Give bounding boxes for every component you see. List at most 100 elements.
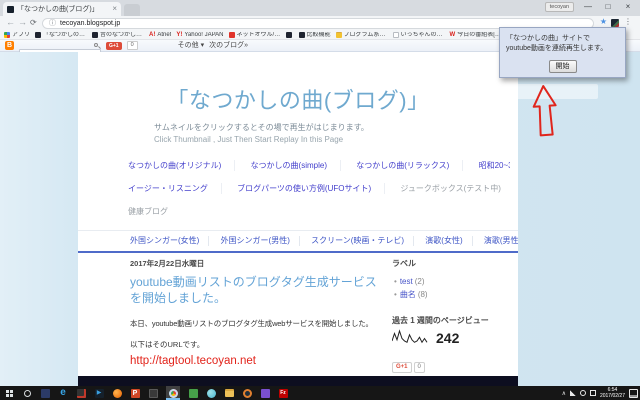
system-tray: ∧ 6:54 2017/02/27 [562, 386, 638, 400]
bookmark-item[interactable] [286, 32, 294, 38]
browser-menu-icon[interactable]: ⋮ [624, 17, 632, 26]
taskbar-text-editor-icon[interactable] [76, 388, 86, 398]
post-title-link[interactable]: youtube動画リストのブログタグ生成サービスを開始しました。 [130, 274, 388, 306]
navbar-next-blog-link[interactable]: 次のブログ» [209, 42, 248, 50]
taskbar-chrome-active-icon[interactable] [166, 386, 180, 400]
post-url-link[interactable]: http://tagtool.tecoyan.net [130, 355, 256, 367]
bookmark-item[interactable]: 比較機能 [299, 32, 331, 39]
taskbar-app-cube-icon[interactable] [40, 388, 50, 398]
gplus-button[interactable]: G+1 [392, 362, 412, 373]
navbar-more-link[interactable]: その他 ▾ [178, 42, 204, 50]
back-icon[interactable]: ← [6, 17, 15, 27]
tab-close-icon[interactable]: × [112, 5, 117, 13]
nav-link[interactable]: ブログパーツの使い方例(UFOサイト) [237, 183, 385, 194]
window-maximize-button[interactable]: □ [600, 1, 616, 13]
pageviews-sparkline [392, 329, 428, 347]
bookmark-label: いっちゃんのアルバム [401, 32, 445, 39]
label-count: (2) [415, 277, 425, 286]
window-minimize-button[interactable]: — [580, 1, 596, 13]
taskbar-file-explorer-icon[interactable] [224, 388, 234, 398]
profile-badge[interactable]: tecoyan [545, 2, 574, 12]
bookmark-item[interactable]: Y! Yahoo! JAPAN [176, 32, 223, 39]
bookmark-item[interactable]: A! Atnet [149, 32, 171, 39]
taskbar-purple-app-icon[interactable] [260, 388, 270, 398]
bookmark-star-icon[interactable]: ★ [600, 17, 607, 26]
bookmark-label: プログラム系サイト [344, 32, 388, 39]
new-tab-button[interactable] [124, 4, 140, 16]
firefox-icon [113, 389, 122, 398]
nav-link[interactable]: 昭和20~30年代 [479, 160, 510, 171]
taskbar-green-app-icon[interactable] [188, 388, 198, 398]
taskbar-start-icon[interactable] [4, 388, 14, 398]
bookmark-item[interactable]: ネットオウル/メンバー管理 [229, 32, 281, 39]
taskbar-clock[interactable]: 6:54 2017/02/27 [600, 387, 625, 399]
bookmark-item[interactable]: W 今日の番組表[東京/… [450, 32, 502, 39]
start-button[interactable]: 開始 [549, 60, 577, 73]
blogger-logo-icon[interactable]: B [5, 41, 14, 50]
taskbar-teal-app-icon[interactable] [206, 388, 216, 398]
popup-notification: 「なつかしの曲」サイトで youtube動画を連続再生します。 開始 [499, 27, 626, 78]
nav-link-disabled: 健康ブログ [128, 206, 181, 217]
extension-icon[interactable] [611, 19, 619, 27]
category-tab[interactable]: 演歌(男性) [484, 236, 518, 246]
blog-nav-row-1: なつかしの曲(オリジナル) なつかしの曲(simple) なつかしの曲(リラック… [128, 160, 510, 171]
nav-link[interactable]: なつかしの曲(オリジナル) [128, 160, 235, 171]
bookmark-item[interactable]: 「なつかしの曲(操作卓)」 [35, 32, 87, 39]
taskbar-firefox-icon[interactable] [112, 388, 122, 398]
taskbar-filezilla-icon[interactable]: Fz [278, 388, 288, 398]
network-icon[interactable] [570, 390, 576, 396]
label-item: •曲名(8) [394, 288, 428, 301]
teal-app-icon [207, 389, 216, 398]
bookmark-label: 比較機能 [307, 32, 331, 39]
nav-link[interactable]: なつかしの曲(simple) [251, 160, 341, 171]
blog-footer-strip [78, 376, 518, 386]
blog-subtitle-ja: サムネイルをクリックするとその場で再生がはじまります。 [154, 122, 369, 134]
yahoo-favicon-icon: Y! [176, 32, 182, 39]
pageviews-count: 242 [436, 330, 459, 346]
category-tab[interactable]: 外国シンガー(男性) [221, 236, 300, 246]
gplus-share-button[interactable]: G+1 [106, 42, 122, 50]
site-favicon-icon [35, 32, 41, 38]
label-link[interactable]: test [400, 277, 413, 286]
blog-nav-row-2: イージー・リスニング ブログパーツの使い方例(UFOサイト) ジュークボックス(… [128, 183, 510, 194]
window-close-button[interactable]: × [620, 1, 636, 13]
taskbar-office-app-icon[interactable]: P [130, 388, 140, 398]
tab-title: 「なつかしの曲(ブログ)」 [17, 4, 109, 14]
category-tab[interactable]: 演歌(女性) [425, 236, 472, 246]
atnet-favicon-icon: A! [149, 32, 155, 39]
page-info-icon[interactable]: ⓘ [49, 20, 56, 27]
bookmark-item[interactable]: 昔のなつかしの曲♪♪♪ [92, 32, 144, 39]
reload-icon[interactable]: ⟳ [30, 18, 37, 27]
taskbar-media-player-icon[interactable]: ▶ [94, 388, 104, 398]
action-center-icon[interactable] [629, 389, 638, 398]
category-tab[interactable]: 外国シンガー(女性) [130, 236, 209, 246]
browser-tab[interactable]: 「なつかしの曲(ブログ)」 × [3, 2, 121, 16]
volume-icon[interactable] [580, 390, 586, 396]
category-tab[interactable]: スクリーン(映画・テレビ) [311, 236, 414, 246]
bullet-icon: • [394, 290, 397, 299]
taskbar-dark-app-icon[interactable] [148, 388, 158, 398]
tray-expand-icon[interactable]: ∧ [562, 390, 566, 397]
navbar-search[interactable] [19, 41, 101, 50]
labels-list: •test(2) •曲名(8) [394, 275, 428, 301]
labels-heading: ラベル [392, 258, 514, 269]
bullet-icon: • [394, 277, 397, 286]
bookmark-apps[interactable]: アプリ [4, 32, 30, 39]
taskbar-edge-icon[interactable]: e [58, 388, 68, 398]
site-favicon-icon [299, 32, 305, 38]
nav-link[interactable]: イージー・リスニング [128, 183, 222, 194]
label-link[interactable]: 曲名 [400, 290, 416, 299]
bookmark-item[interactable]: いっちゃんのアルバム [393, 32, 445, 39]
purple-app-icon [261, 389, 270, 398]
w-favicon-icon: W [450, 32, 456, 39]
forward-icon[interactable]: → [18, 17, 27, 27]
bookmark-label: ネットオウル/メンバー管理 [237, 32, 281, 39]
taskbar-cortana-search-icon[interactable] [22, 388, 32, 398]
gplus-count: 0 [414, 362, 425, 373]
taskbar-photos-app-icon[interactable] [242, 388, 252, 398]
ime-icon[interactable] [590, 390, 596, 396]
blog-content: 「なつかしの曲(ブログ)」 サムネイルをクリックするとその場で再生がはじまります… [78, 52, 518, 376]
editor-icon [77, 389, 86, 398]
bookmark-folder[interactable]: プログラム系サイト [336, 32, 388, 39]
nav-link[interactable]: なつかしの曲(リラックス) [356, 160, 463, 171]
